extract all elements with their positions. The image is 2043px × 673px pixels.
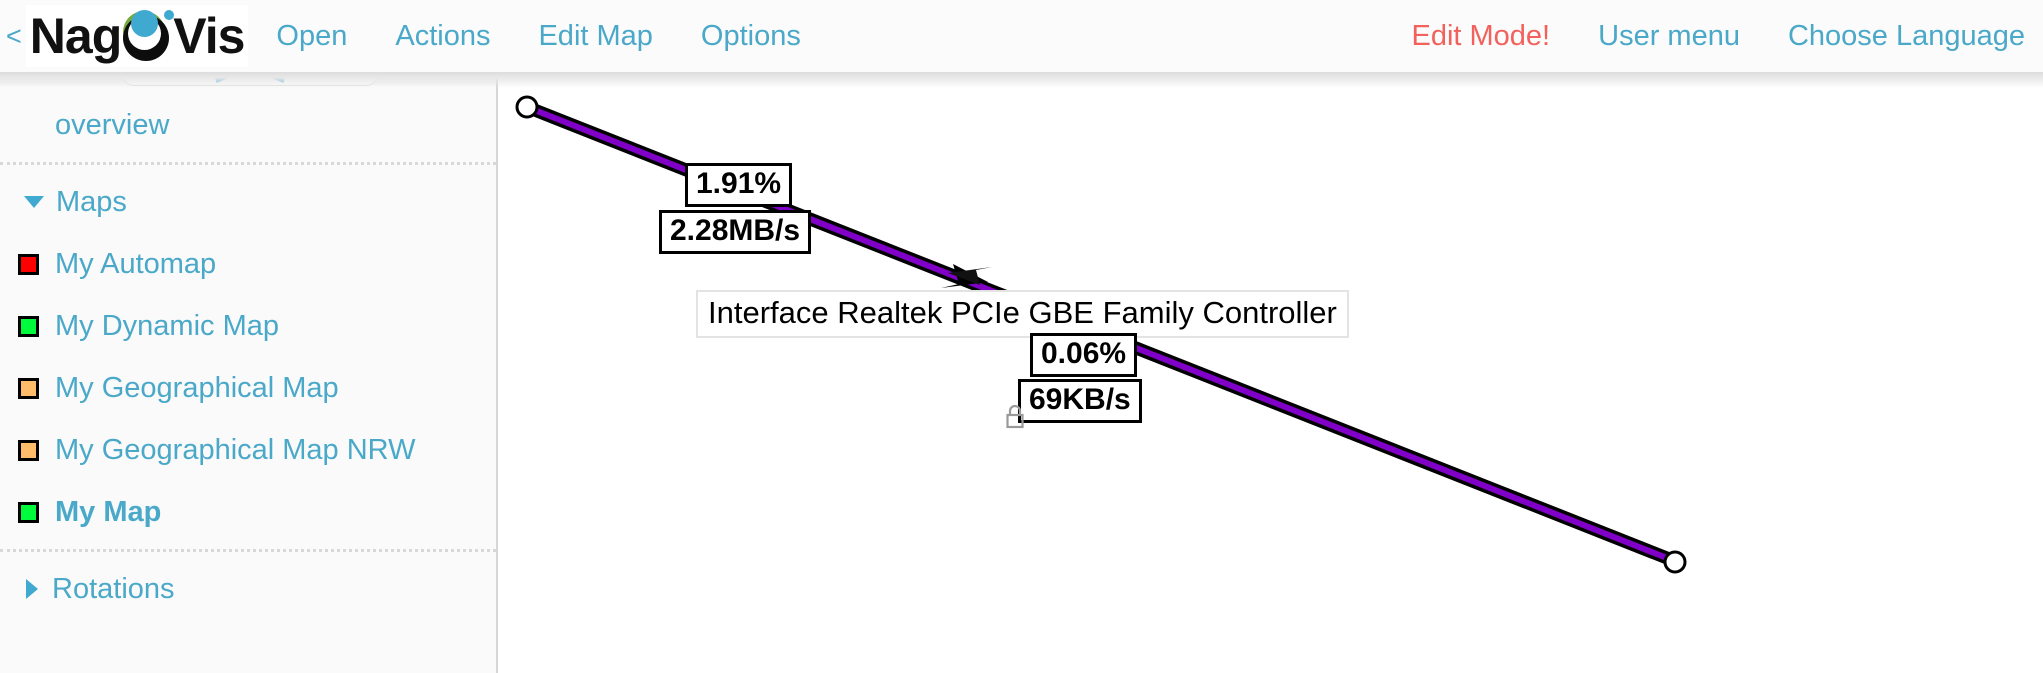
sidebar-divider-1 xyxy=(0,162,496,165)
sidebar-item-my-automap[interactable]: My Automap xyxy=(0,233,496,295)
sidebar-item-my-dynamic-map-label: My Dynamic Map xyxy=(55,309,279,342)
sidebar-group-maps[interactable]: Maps xyxy=(0,171,496,233)
line-label-in-percent[interactable]: 1.91% xyxy=(685,163,793,207)
line-start-handle[interactable] xyxy=(515,95,539,119)
sidebar-item-my-geographical-map-nrw[interactable]: My Geographical Map NRW xyxy=(0,419,496,481)
logo-text-vis: Vis xyxy=(173,8,245,64)
nav-options[interactable]: Options xyxy=(701,20,801,53)
sidebar-item-my-geographical-map-label: My Geographical Map xyxy=(55,371,339,404)
sidebar-item-my-map[interactable]: My Map xyxy=(0,481,496,543)
sidebar-item-my-map-label: My Map xyxy=(55,495,162,528)
map-canvas[interactable]: 1.91% 2.28MB/s Interface Realtek PCIe GB… xyxy=(500,74,2043,673)
nav-edit-map[interactable]: Edit Map xyxy=(538,20,652,53)
triangle-right-icon xyxy=(26,579,38,599)
status-box-critical xyxy=(18,253,39,275)
main-header: < Nag Vis Open Actions Edit Map Options … xyxy=(0,0,2043,72)
nav-user-menu[interactable]: User menu xyxy=(1598,20,1740,53)
nav-actions[interactable]: Actions xyxy=(395,20,490,53)
logo-text-nag: Nag xyxy=(29,8,122,64)
main-nav: Open Actions Edit Map Options xyxy=(276,20,848,53)
chevron-left-icon[interactable]: < xyxy=(6,22,22,50)
header-right-nav: Edit Mode! User menu Choose Language xyxy=(1363,0,2025,72)
sidebar-group-maps-label: Maps xyxy=(56,185,127,218)
nav-edit-mode[interactable]: Edit Mode! xyxy=(1411,20,1550,53)
line-end-handle[interactable] xyxy=(1663,550,1687,574)
sidebar-item-overview[interactable]: overview xyxy=(0,94,496,156)
nagvis-app: < Nag Vis Open Actions Edit Map Options … xyxy=(0,0,2043,673)
nagvis-logo-mark xyxy=(117,6,177,66)
sidebar-divider-2 xyxy=(0,549,496,552)
status-box-ok xyxy=(18,501,39,523)
sidebar-group-rotations[interactable]: Rotations xyxy=(0,558,496,620)
line-label-out-rate[interactable]: 69KB/s xyxy=(1018,379,1142,423)
line-object-label[interactable]: Interface Realtek PCIe GBE Family Contro… xyxy=(696,290,1349,338)
nav-open[interactable]: Open xyxy=(276,20,347,53)
line-label-out-percent[interactable]: 0.06% xyxy=(1030,333,1138,377)
sidebar-item-my-dynamic-map[interactable]: My Dynamic Map xyxy=(0,295,496,357)
status-box-ok xyxy=(18,315,39,337)
nagvis-logo[interactable]: Nag Vis xyxy=(25,5,249,67)
sidebar-group-rotations-label: Rotations xyxy=(52,572,175,605)
lock-icon[interactable] xyxy=(1004,404,1026,430)
sidebar-item-my-geographical-map-nrw-label: My Geographical Map NRW xyxy=(55,433,416,466)
triangle-down-icon xyxy=(24,196,44,208)
line-label-in-rate[interactable]: 2.28MB/s xyxy=(659,210,812,254)
nav-choose-language[interactable]: Choose Language xyxy=(1788,20,2025,53)
sidebar: overview Maps My Automap My Dynamic Map … xyxy=(0,56,498,673)
status-box-warning xyxy=(18,377,39,399)
status-box-warning xyxy=(18,439,39,461)
sidebar-item-overview-label: overview xyxy=(55,108,170,141)
sidebar-list: overview Maps My Automap My Dynamic Map … xyxy=(0,72,496,620)
sidebar-item-my-geographical-map[interactable]: My Geographical Map xyxy=(0,357,496,419)
sidebar-item-my-automap-label: My Automap xyxy=(55,247,217,280)
